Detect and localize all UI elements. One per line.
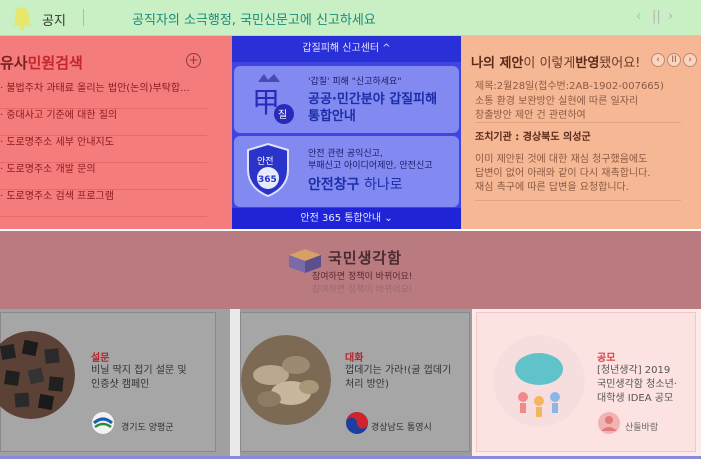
svg-text:안전: 안전 xyxy=(257,156,274,167)
notice-prev-button[interactable]: ‹ xyxy=(636,9,641,24)
card-desc-line1: 껍데기는 가라!(굴 껍데기 xyxy=(345,365,452,376)
notice-pause-button[interactable]: || xyxy=(652,9,661,24)
list-item[interactable]: 불법주차 과태료 올리는 법안(논의)부탁합... xyxy=(0,82,207,109)
proposal-prev-button[interactable]: ‹ xyxy=(651,53,665,67)
yangpyeong-emblem-icon xyxy=(92,412,114,434)
shield-icon: 안전 365 xyxy=(247,142,289,198)
title-main: 민원검색 xyxy=(27,54,83,72)
gapjil-icon: 甲 질 xyxy=(252,74,294,124)
safety-365-toggle[interactable]: 안전 365 통합안내 ⌄ xyxy=(232,208,461,229)
proposal-body-line2[interactable]: 창출방안 제안 건 관련하여 xyxy=(475,106,586,121)
card-desc-line3: 대학생 IDEA 공모 xyxy=(597,393,674,404)
card-desc-line2: 인증샷 캠페인 xyxy=(91,379,150,390)
report-center-toggle[interactable]: 갑질피해 신고센터 ^ xyxy=(232,36,461,62)
bell-icon xyxy=(12,7,32,31)
notice-label: 공지 xyxy=(42,14,66,29)
proposal-meta: 제목:2월28일(접수번:2AB-1902-007665) xyxy=(475,81,664,92)
card-category: 공모 xyxy=(597,353,616,364)
card-desc-line1: 비닐 딱지 접기 설문 및 xyxy=(91,365,187,376)
list-item[interactable]: 도로명주소 세부 안내지도 xyxy=(0,136,207,163)
idea-card[interactable]: 공모 [청년생각] 2019 국민생각함 청소년· 대학생 IDEA 공모 산들… xyxy=(476,312,696,452)
notice-next-button[interactable]: › xyxy=(668,9,673,24)
survey-photo xyxy=(0,331,75,419)
card-category: 대화 xyxy=(345,353,364,364)
report-center-panel: 갑질피해 신고센터 ^ 甲 질 '갑질' 피해 "신고하세요" 공공·민간분야 … xyxy=(232,36,461,229)
gapjil-subtitle: '갑질' 피해 "신고하세요" xyxy=(308,77,402,87)
idea-banner[interactable]: 국민생각함 참여하면 정책이 바뀌어요! 참여하면 정책이 바뀌어요! xyxy=(0,229,701,309)
proposal-next-button[interactable]: › xyxy=(683,53,697,67)
title-suffix: 됐어요! xyxy=(599,56,641,71)
card-org: 산들바람 xyxy=(625,423,659,433)
user-avatar-icon xyxy=(598,412,620,434)
notice-divider xyxy=(83,9,84,26)
divider xyxy=(475,122,681,123)
list-item[interactable]: 도로명주소 검색 프로그램 xyxy=(0,190,207,217)
proposal-body-line1[interactable]: 소통 환경 보완방안 실현에 따른 일자리 xyxy=(475,92,638,107)
card-org: 경상남도 통영시 xyxy=(371,423,432,433)
idea-subtitle-shadow: 참여하면 정책이 바뀌어요! xyxy=(312,285,413,295)
card-desc-line2: 국민생각함 청소년· xyxy=(597,379,677,390)
proposal-reply-line2: 답변이 없어 아래와 같이 다시 재촉합니다. xyxy=(475,168,651,179)
notice-message-link[interactable]: 공직자의 소극행정, 국민신문고에 신고하세요 xyxy=(132,9,376,28)
idea-card[interactable]: 설문 비닐 딱지 접기 설문 및 인증샷 캠페인 경기도 양평군 xyxy=(0,312,216,452)
idea-card[interactable]: 대화 껍데기는 가라!(굴 껍데기 처리 방안) 경상남도 통영시 xyxy=(240,312,470,452)
taegeuk-emblem-icon xyxy=(346,412,368,434)
safety-365-card[interactable]: 안전 365 안전 관련 공익신고, 부패신고 아이디어제안, 안전신고 안전창… xyxy=(234,136,459,207)
idea-title: 국민생각함 xyxy=(328,249,403,267)
more-plus-button[interactable]: + xyxy=(186,53,201,68)
complaint-search-title: 유사민원검색 xyxy=(0,52,83,73)
card-category: 설문 xyxy=(91,353,110,364)
proposal-reply-line1: 이미 제안된 것에 대한 재심 청구했음에도 xyxy=(475,154,648,165)
proposal-pause-button[interactable]: II xyxy=(667,53,681,67)
youth-idea-poster xyxy=(493,335,585,427)
list-item[interactable]: 도로명주소 개발 문의 xyxy=(0,163,207,190)
title-prefix: 나의 제안 xyxy=(471,56,524,71)
proposal-reply-line3: 재심 촉구에 따른 답변을 요청합니다. xyxy=(475,182,629,193)
gapjil-title-line2: 통합안내 xyxy=(308,109,356,124)
svg-text:365: 365 xyxy=(258,175,277,185)
svg-text:질: 질 xyxy=(278,109,287,121)
title-mid: 이 이렇게 xyxy=(523,56,576,71)
oyster-photo xyxy=(241,335,331,425)
my-proposal-title: 나의 제안이 이렇게반영됐어요! xyxy=(471,52,640,71)
idea-subtitle: 참여하면 정책이 바뀌어요! xyxy=(312,272,413,282)
title-bold: 반영 xyxy=(575,56,600,71)
idea-cards-area: 설문 비닐 딱지 접기 설문 및 인증샷 캠페인 경기도 양평군 대화 껍데기는… xyxy=(0,309,701,459)
list-item[interactable]: 중대사고 기준에 대한 질의 xyxy=(0,109,207,136)
card-desc-line2: 처리 방안) xyxy=(345,379,389,390)
card-org: 경기도 양평군 xyxy=(121,423,174,433)
gapjil-report-card[interactable]: 甲 질 '갑질' 피해 "신고하세요" 공공·민간분야 갑질피해 통합안내 xyxy=(234,66,459,133)
title-prefix: 유사 xyxy=(0,54,28,72)
safety-title: 안전창구 하나로 xyxy=(308,174,403,194)
divider xyxy=(475,200,681,201)
safety-sub-line2: 부패신고 아이디어제안, 안전신고 xyxy=(308,161,433,171)
safety-title-bold: 안전창구 xyxy=(308,177,360,193)
complaint-search-panel: 유사민원검색 + 불법주차 과태료 올리는 법안(논의)부탁합... 중대사고 … xyxy=(0,36,232,229)
complaint-list: 불법주차 과태료 올리는 법안(논의)부탁합... 중대사고 기준에 대한 질의… xyxy=(0,82,232,217)
notice-bar: 공지 공직자의 소극행정, 국민신문고에 신고하세요 ‹ || › xyxy=(0,0,701,36)
column-gap xyxy=(230,309,240,459)
safety-title-light: 하나로 xyxy=(359,177,403,193)
proposal-org: 조치기관 : 경상북도 의성군 xyxy=(475,132,591,143)
card-desc-line1: [청년생각] 2019 xyxy=(597,365,671,376)
my-proposal-panel: 나의 제안이 이렇게반영됐어요! ‹ II › 제목:2월28일(접수번:2AB… xyxy=(461,36,701,229)
